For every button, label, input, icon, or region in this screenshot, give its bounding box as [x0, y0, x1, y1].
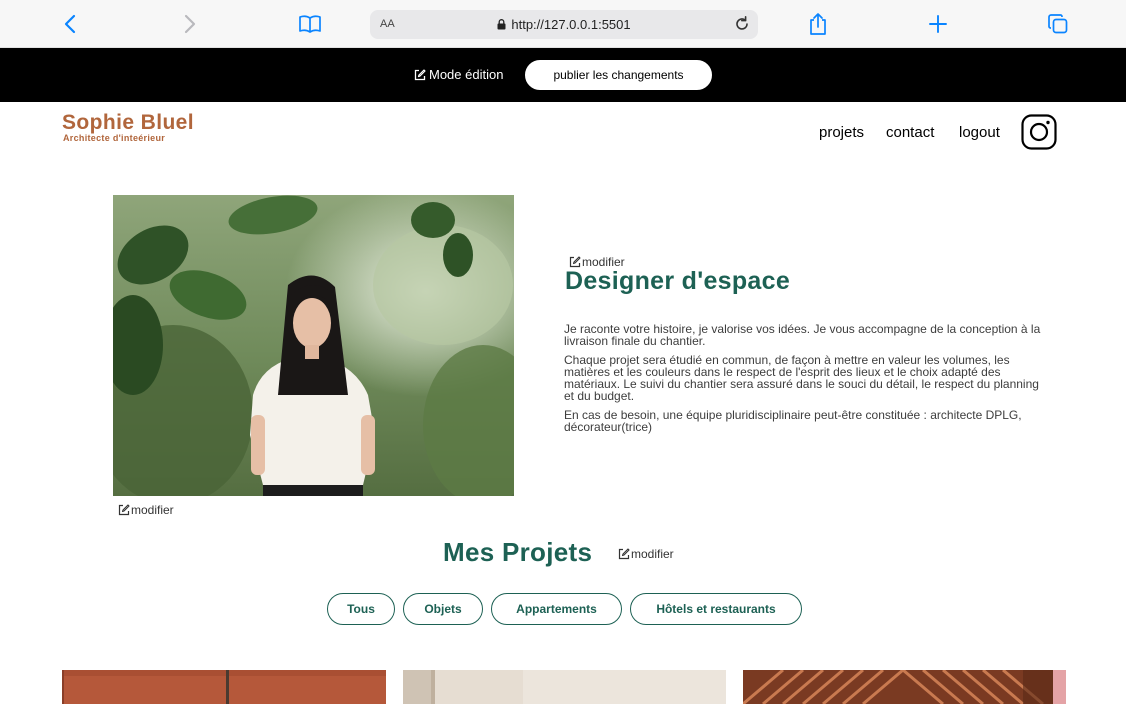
intro-paragraph-3: En cas de besoin, une équipe pluridiscip… — [564, 408, 1022, 434]
filter-hotels-restaurants[interactable]: Hôtels et restaurants — [630, 593, 802, 625]
gallery-item[interactable] — [62, 670, 386, 704]
share-icon[interactable] — [806, 12, 830, 36]
logo-subtitle: Architecte d'inteérieur — [63, 133, 166, 143]
edit-mode-text: Mode édition — [429, 67, 504, 82]
logo-title[interactable]: Sophie Bluel — [62, 111, 194, 135]
architect-photo — [113, 195, 514, 496]
portfolio-title: Mes Projets — [443, 537, 593, 567]
gallery-item[interactable] — [403, 670, 726, 704]
edit-icon — [618, 548, 630, 560]
intro-title: Designer d'espace — [565, 267, 791, 295]
gallery-item[interactable] — [743, 670, 1066, 704]
filter-tous[interactable]: Tous — [327, 593, 395, 625]
new-tab-icon[interactable] — [926, 12, 950, 36]
modify-photo-link[interactable]: modifier — [118, 503, 174, 517]
tabs-overview-icon[interactable] — [1046, 12, 1070, 36]
intro-paragraph-1: Je raconte votre histoire, je valorise v… — [564, 322, 1041, 348]
edit-icon — [118, 504, 130, 516]
url-text: http://127.0.0.1:5501 — [511, 17, 631, 32]
filter-objets[interactable]: Objets — [403, 593, 483, 625]
bookmarks-icon[interactable] — [298, 12, 322, 36]
intro-paragraph-2: Chaque projet sera étudié en commun, de … — [564, 353, 1039, 403]
modify-projects-link[interactable]: modifier — [618, 547, 674, 561]
project-image — [403, 670, 726, 704]
publish-changes-button[interactable]: publier les changements — [524, 59, 713, 91]
browser-toolbar: AA http://127.0.0.1:5501 — [0, 0, 1126, 48]
nav-projets[interactable]: projets — [819, 124, 864, 141]
nav-contact[interactable]: contact — [886, 124, 934, 141]
project-image — [62, 670, 386, 704]
modify-projects-text: modifier — [631, 547, 674, 561]
project-image — [743, 670, 1066, 704]
edit-mode-bar: Mode édition publier les changements — [0, 48, 1126, 102]
url-display[interactable]: http://127.0.0.1:5501 — [370, 17, 758, 32]
edit-icon — [414, 68, 426, 80]
forward-icon[interactable] — [178, 12, 202, 36]
modify-photo-text: modifier — [131, 503, 174, 517]
instagram-icon[interactable] — [1021, 114, 1057, 150]
filter-appartements[interactable]: Appartements — [491, 593, 622, 625]
edit-mode-label: Mode édition — [414, 67, 503, 82]
lock-icon — [497, 19, 506, 30]
back-icon[interactable] — [58, 12, 82, 36]
address-bar[interactable]: AA http://127.0.0.1:5501 — [370, 10, 758, 39]
nav-logout[interactable]: logout — [959, 124, 1000, 141]
reload-icon[interactable] — [732, 14, 752, 34]
